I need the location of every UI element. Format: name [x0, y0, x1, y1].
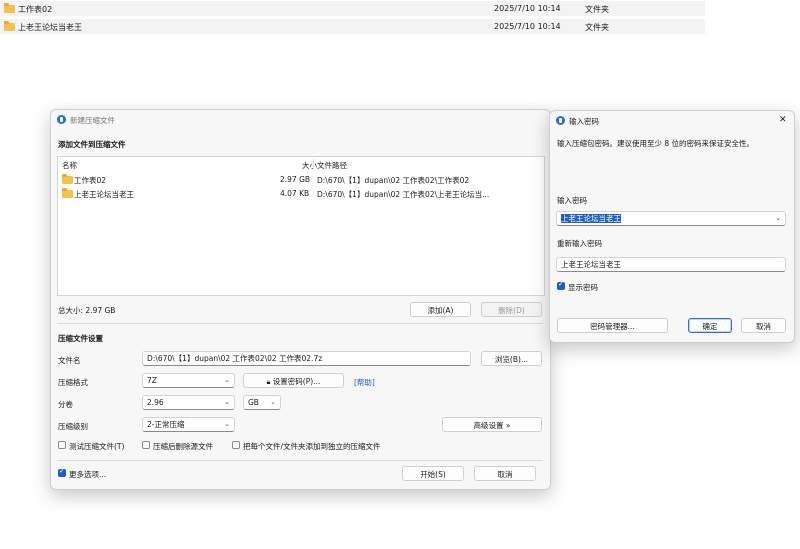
column-name[interactable]: 名称 [62, 160, 77, 171]
column-size[interactable]: 大小 [302, 160, 317, 171]
file-path: D:\670\【1】dupan\02 工作表02\上老王论坛当... [317, 190, 490, 199]
level-label: 压缩级别 [58, 422, 88, 431]
password-cancel-button[interactable]: 取消 [741, 318, 786, 333]
lock-icon: 🔒︎ [266, 378, 271, 386]
test-checkbox[interactable] [58, 441, 66, 449]
folder-icon [62, 188, 73, 198]
password-manager-button[interactable]: 密码管理器... [557, 318, 668, 333]
add-button[interactable]: 添加(A) [410, 302, 471, 317]
separate-checkbox[interactable] [232, 441, 240, 449]
volume-unit-select[interactable]: GB ⌄ [243, 395, 281, 410]
explorer-row-name: 上老王论坛当老王 [18, 23, 82, 32]
folder-icon [4, 3, 15, 13]
explorer-row-type: 文件夹 [585, 5, 609, 14]
column-path[interactable]: 文件路径 [317, 160, 347, 171]
volume-unit: GB [248, 398, 259, 407]
total-size: 总大小: 2.97 GB [58, 306, 116, 315]
explorer-row-type: 文件夹 [585, 23, 609, 32]
filename-input[interactable]: D:\670\【1】dupan\02 工作表02\02 工作表02.7z [142, 351, 471, 366]
file-row[interactable]: 上老王论坛当老王 4.07 KB D:\670\【1】dupan\02 工作表0… [58, 187, 544, 200]
advanced-settings-button[interactable]: 高级设置 » [442, 417, 542, 432]
chevron-down-icon: ⌄ [270, 398, 276, 406]
archive-dialog: 新建压缩文件 添加文件到压缩文件 名称 大小 文件路径 工作表02 2.97 G… [50, 109, 551, 490]
confirm-password-input[interactable]: 上老王论坛当老王 [556, 257, 786, 272]
explorer-row-name: 工作表02 [18, 5, 53, 14]
chevron-down-icon: ⌄ [224, 420, 230, 428]
password-instruction: 输入压缩包密码。建议使用至少 8 位的密码来保证安全性。 [557, 139, 755, 148]
divider [57, 323, 543, 324]
explorer-row-date: 2025/7/10 10:14 [494, 22, 561, 31]
filename-label: 文件名 [58, 356, 81, 365]
more-options-label: 更多选项... [69, 470, 107, 479]
explorer-row[interactable]: 工作表02 2025/7/10 10:14 文件夹 [0, 1, 705, 16]
file-path: D:\670\【1】dupan\02 工作表02\工作表02 [317, 176, 470, 185]
password-titlebar[interactable]: 输入密码 ✕ [550, 111, 794, 131]
app-icon [556, 116, 565, 125]
folder-icon [62, 174, 73, 184]
volume-select[interactable]: 2.96 ⌄ [142, 395, 235, 410]
browse-button[interactable]: 浏览(B)... [481, 351, 542, 366]
archive-title: 新建压缩文件 [70, 116, 115, 125]
cancel-button[interactable]: 取消 [474, 466, 536, 481]
close-icon[interactable]: ✕ [779, 115, 787, 125]
file-name: 上老王论坛当老王 [74, 190, 134, 199]
add-section-title: 添加文件到压缩文件 [58, 140, 126, 149]
test-label: 测试压缩文件(T) [69, 442, 125, 451]
archive-titlebar[interactable]: 新建压缩文件 [51, 110, 550, 130]
file-name: 工作表02 [74, 176, 107, 185]
more-options-checkbox[interactable] [58, 467, 66, 477]
file-size: 4.07 KB [280, 189, 310, 198]
show-password-checkbox[interactable] [557, 280, 565, 290]
settings-title: 压缩文件设置 [58, 334, 103, 343]
file-row[interactable]: 工作表02 2.97 GB D:\670\【1】dupan\02 工作表02\工… [58, 173, 544, 186]
set-password-label: 设置密码(P)... [272, 377, 321, 386]
password-title: 输入密码 [569, 117, 599, 126]
help-link[interactable]: [帮助] [354, 377, 375, 388]
explorer-row[interactable]: 上老王论坛当老王 2025/7/10 10:14 文件夹 [0, 19, 705, 34]
divider [57, 460, 543, 461]
format-select[interactable]: 7Z ⌄ [142, 373, 235, 388]
file-size: 2.97 GB [280, 175, 311, 184]
show-password-label: 显示密码 [568, 283, 598, 292]
app-icon [57, 115, 66, 124]
chevron-down-icon: ⌄ [224, 398, 230, 406]
format-value: 7Z [147, 376, 157, 385]
password-dialog: 输入密码 ✕ 输入压缩包密码。建议使用至少 8 位的密码来保证安全性。 输入密码… [549, 110, 795, 343]
confirm-label: 重新输入密码 [557, 239, 602, 248]
start-button[interactable]: 开始(S) [402, 466, 464, 481]
password-input[interactable]: 上老王论坛当老王 ⌄ [556, 211, 786, 226]
password-label: 输入密码 [557, 196, 587, 205]
column-divider [313, 159, 314, 169]
chevron-down-icon: ⌄ [775, 214, 781, 222]
explorer-row-date: 2025/7/10 10:14 [494, 4, 561, 13]
format-label: 压缩格式 [58, 378, 88, 387]
set-password-button[interactable]: 🔒︎ 设置密码(P)... [243, 373, 344, 388]
chevron-down-icon: ⌄ [224, 376, 230, 384]
ok-button[interactable]: 确定 [688, 318, 732, 333]
password-value: 上老王论坛当老王 [561, 214, 621, 223]
volume-label: 分卷 [58, 400, 73, 409]
delete-button[interactable]: 删除(D) [481, 302, 542, 317]
separate-label: 把每个文件/文件夹添加到独立的压缩文件 [243, 442, 381, 451]
file-list[interactable]: 名称 大小 文件路径 工作表02 2.97 GB D:\670\【1】dupan… [57, 156, 545, 296]
volume-value: 2.96 [147, 398, 164, 407]
folder-icon [4, 21, 15, 31]
level-value: 2-正常压缩 [147, 420, 185, 429]
delete-source-checkbox[interactable] [142, 441, 150, 449]
level-select[interactable]: 2-正常压缩 ⌄ [142, 417, 235, 432]
delete-source-label: 压缩后删除源文件 [153, 442, 213, 451]
